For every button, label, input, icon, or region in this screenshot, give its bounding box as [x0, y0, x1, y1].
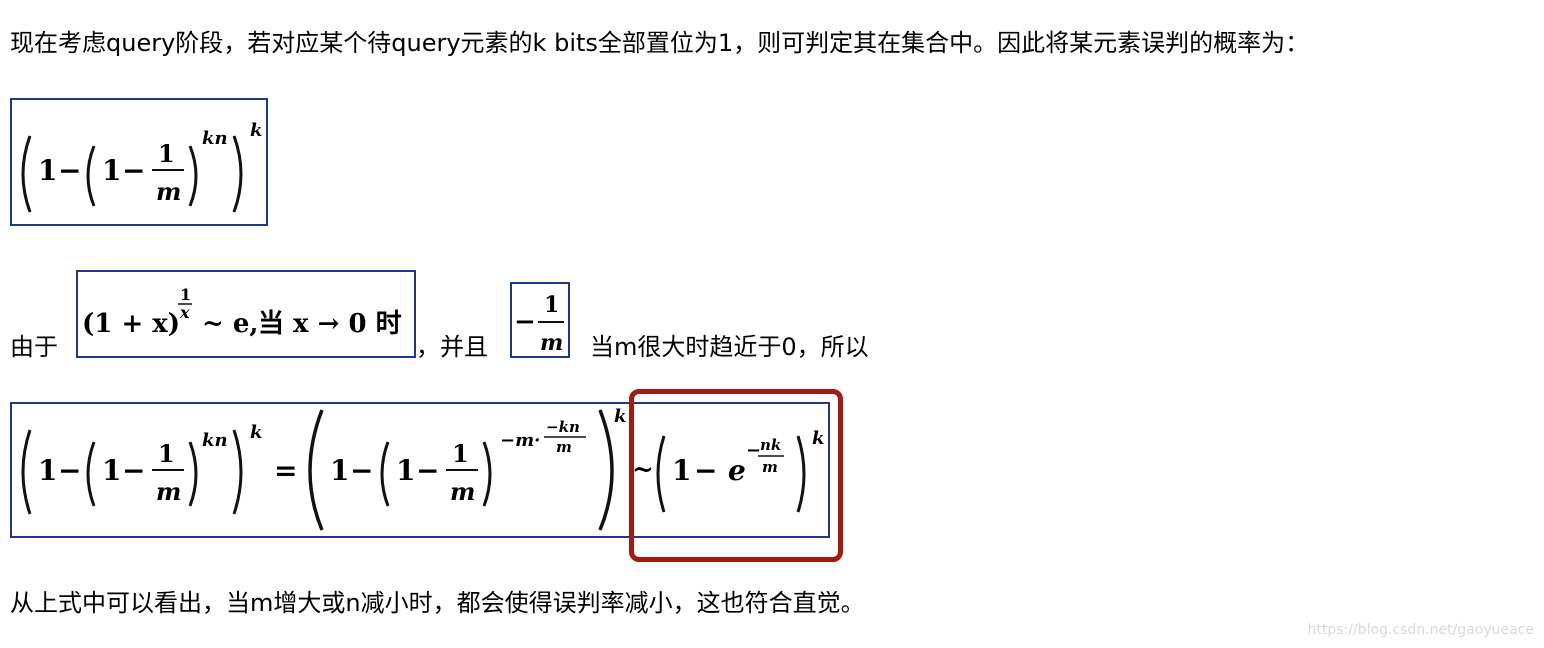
- svg-text:k: k: [812, 428, 824, 449]
- neg-inverse-m-formula: − 1 m: [510, 282, 570, 358]
- svg-text:k: k: [614, 406, 626, 427]
- svg-text:m: m: [156, 177, 181, 206]
- svg-text:1: 1: [102, 154, 121, 187]
- watermark: https://blog.csdn.net/gaoyueace: [1307, 622, 1534, 638]
- svg-text:1: 1: [452, 439, 469, 468]
- svg-text:−: −: [350, 454, 373, 487]
- svg-text:m: m: [540, 330, 563, 356]
- conclusion-paragraph: 从上式中可以看出，当m增大或n减小时，都会使得误判率减小，这也符合直觉。: [10, 589, 865, 617]
- condition-row: 由于 (1 + x) 1 x ~ e, 当 x → 0 时 ，并且 − 1 m …: [10, 268, 970, 368]
- intro-paragraph: 现在考虑query阶段，若对应某个待query元素的k bits全部置位为1，则…: [10, 29, 1310, 57]
- svg-text:−m·: −m·: [500, 430, 540, 451]
- approximation-formula: 1 − 1 − 1 m kn k = 1 − 1 − 1 m −m· −kn m…: [10, 402, 830, 538]
- svg-text:1: 1: [672, 454, 691, 487]
- svg-text:1: 1: [180, 285, 191, 304]
- svg-text:~: ~: [632, 455, 654, 485]
- svg-text:−: −: [122, 454, 145, 487]
- svg-text:−: −: [58, 154, 81, 187]
- svg-text:−: −: [746, 440, 761, 461]
- svg-text:k: k: [250, 422, 262, 443]
- youyu-text: 由于: [10, 333, 58, 361]
- bingqie-text: ，并且: [416, 333, 488, 361]
- limit-formula: (1 + x) 1 x ~ e, 当 x → 0 时: [76, 270, 416, 358]
- svg-text:−kn: −kn: [546, 418, 580, 436]
- svg-text:e: e: [728, 454, 746, 487]
- svg-text:−: −: [514, 307, 536, 337]
- svg-text:1: 1: [330, 454, 349, 487]
- formula-4-svg: 1 − 1 − 1 m kn k = 1 − 1 − 1 m −m· −kn m…: [21, 406, 824, 531]
- formula-2-svg: (1 + x) 1 x ~ e, 当 x → 0 时: [82, 285, 402, 339]
- svg-text:−: −: [122, 154, 145, 187]
- svg-text:1: 1: [396, 454, 415, 487]
- svg-text:nk: nk: [760, 436, 781, 454]
- svg-text:−: −: [58, 454, 81, 487]
- svg-text:1: 1: [544, 292, 559, 318]
- approx-e: ~ e,: [202, 309, 258, 339]
- svg-text:1: 1: [158, 139, 175, 168]
- false-positive-formula: 1 − 1 − 1 m kn k: [10, 98, 268, 226]
- svg-text:kn: kn: [202, 430, 228, 451]
- svg-text:1: 1: [102, 454, 121, 487]
- svg-text:m: m: [450, 477, 475, 506]
- svg-text:−: −: [694, 454, 717, 487]
- svg-text:m: m: [556, 438, 572, 456]
- svg-text:1: 1: [38, 454, 57, 487]
- svg-text:(1 + x): (1 + x): [82, 309, 180, 339]
- svg-text:x: x: [179, 303, 190, 322]
- formula-1-svg: 1 − 1 − 1 m kn k: [21, 120, 262, 213]
- dang-text: 当m很大时趋近于0，所以: [590, 333, 869, 361]
- formula-3-svg: − 1 m: [514, 292, 564, 356]
- svg-text:m: m: [156, 477, 181, 506]
- svg-text:=: =: [274, 454, 297, 487]
- svg-text:kn: kn: [202, 128, 228, 149]
- svg-text:m: m: [762, 458, 778, 476]
- svg-text:1: 1: [158, 439, 175, 468]
- svg-text:1: 1: [38, 154, 57, 187]
- svg-text:k: k: [250, 120, 262, 141]
- svg-text:−: −: [416, 454, 439, 487]
- limit-condition: 当 x → 0 时: [258, 309, 402, 339]
